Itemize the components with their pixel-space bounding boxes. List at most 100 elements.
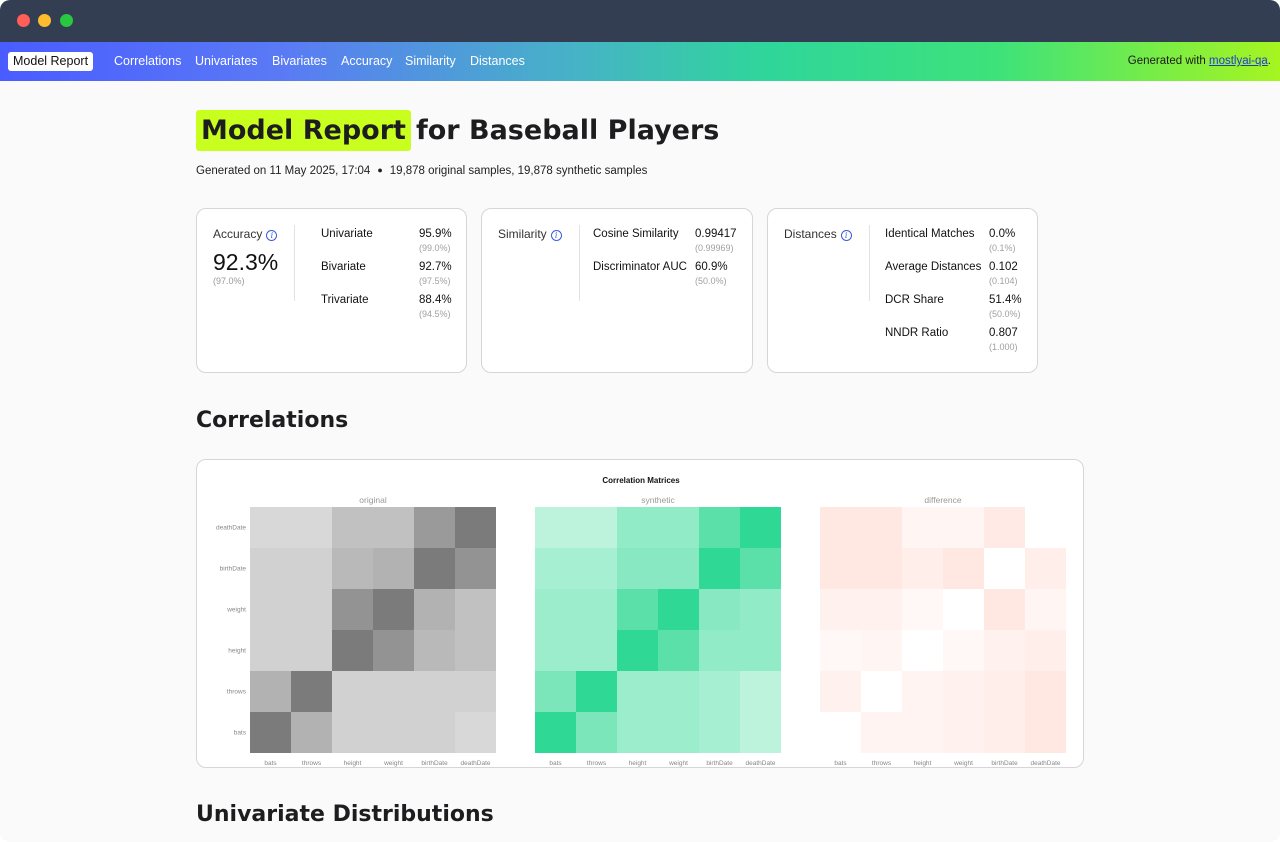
- card-divider: [579, 225, 580, 301]
- x-tick-label-synthetic-deathDate: deathDate: [746, 760, 776, 767]
- x-tick-label-difference-height: height: [914, 760, 932, 767]
- heatmap-cell-synthetic-height-weight: [658, 630, 699, 671]
- y-tick-label-bats: bats: [234, 730, 247, 737]
- heatmap-cell-difference-weight-bats: [820, 589, 861, 630]
- heatmap-cell-original-weight-throws: [291, 589, 332, 630]
- mostlyai-qa-link[interactable]: mostlyai-qa: [1209, 55, 1268, 67]
- heatmap-cell-original-throws-weight: [373, 671, 414, 712]
- nav-link-accuracy[interactable]: Accuracy: [341, 53, 392, 69]
- metric-dcr-share-reference: (50.0%): [989, 309, 1021, 319]
- heatmap-cell-synthetic-deathDate-bats: [535, 507, 576, 548]
- bullet-separator: ●: [377, 165, 383, 175]
- heatmap-cell-synthetic-birthDate-bats: [535, 548, 576, 589]
- heatmap-cell-synthetic-height-birthDate: [699, 630, 740, 671]
- nav-link-distances[interactable]: Distances: [470, 53, 525, 69]
- heatmap-cell-difference-deathDate-height: [902, 507, 943, 548]
- heatmap-cell-difference-height-throws: [861, 630, 902, 671]
- heatmap-cell-difference-deathDate-birthDate: [984, 507, 1025, 548]
- section-title-univariates: Univariate Distributions: [196, 802, 494, 827]
- heatmap-cell-original-birthDate-deathDate: [455, 548, 496, 589]
- info-icon[interactable]: i: [266, 230, 278, 241]
- heatmap-cell-original-deathDate-throws: [291, 507, 332, 548]
- heatmap-cell-difference-throws-deathDate: [1025, 671, 1066, 712]
- heatmap-cell-difference-bats-throws: [861, 712, 902, 753]
- heatmap-cell-synthetic-height-throws: [576, 630, 617, 671]
- heatmap-cell-synthetic-bats-birthDate: [699, 712, 740, 753]
- nav-link-bivariates[interactable]: Bivariates: [272, 53, 327, 69]
- metric-discriminator-auc-name: Discriminator AUC: [593, 261, 687, 273]
- metric-discriminator-auc-reference: (50.0%): [695, 276, 727, 286]
- page-title-rest: for Baseball Players: [416, 115, 720, 146]
- heatmap-cell-original-deathDate-height: [332, 507, 373, 548]
- chart-title: Correlation Matrices: [602, 476, 680, 485]
- x-tick-label-original-weight: weight: [383, 760, 403, 767]
- heatmap-cell-original-birthDate-throws: [291, 548, 332, 589]
- minimize-window-button[interactable]: [38, 14, 51, 27]
- heatmap-cell-synthetic-throws-deathDate: [740, 671, 781, 712]
- nav-link-similarity[interactable]: Similarity: [405, 53, 456, 69]
- metric-dcr-share-name: DCR Share: [885, 294, 944, 306]
- heatmap-cell-original-weight-bats: [250, 589, 291, 630]
- info-icon[interactable]: i: [550, 230, 562, 241]
- generated-with-period: .: [1267, 55, 1271, 67]
- heatmap-cell-synthetic-deathDate-deathDate: [740, 507, 781, 548]
- maximize-window-button[interactable]: [60, 14, 73, 27]
- distances-label-text: Distances: [784, 227, 837, 241]
- close-window-button[interactable]: [17, 14, 30, 27]
- heatmap-cell-difference-bats-deathDate: [1025, 712, 1066, 753]
- metric-univariate-name: Univariate: [321, 228, 373, 240]
- generated-date: Generated on 11 May 2025, 17:04: [196, 165, 371, 177]
- x-tick-label-original-deathDate: deathDate: [461, 760, 491, 767]
- heatmap-cell-original-birthDate-bats: [250, 548, 291, 589]
- generated-with-text: Generated with: [1127, 55, 1209, 67]
- x-tick-label-synthetic-throws: throws: [587, 760, 607, 767]
- heatmap-cell-difference-deathDate-deathDate: [1025, 507, 1066, 548]
- heatmap-cell-difference-weight-throws: [861, 589, 902, 630]
- metric-trivariate-value: 88.4%: [419, 294, 452, 306]
- x-tick-label-difference-birthDate: birthDate: [991, 760, 1018, 767]
- heatmap-cell-difference-weight-birthDate: [984, 589, 1025, 630]
- distances-label: Distances i: [784, 227, 852, 241]
- accuracy-value: 92.3%: [213, 249, 279, 275]
- similarity-label-text: Similarity: [498, 227, 547, 241]
- heatmap-cell-synthetic-throws-bats: [535, 671, 576, 712]
- heatmap-cell-original-bats-birthDate: [414, 712, 455, 753]
- y-tick-label-throws: throws: [227, 689, 247, 696]
- metric-average-distances-name: Average Distances: [885, 261, 982, 273]
- heatmap-cell-synthetic-weight-throws: [576, 589, 617, 630]
- x-tick-label-original-height: height: [344, 760, 362, 767]
- metric-nndr-ratio-name: NNDR Ratio: [885, 327, 949, 339]
- metric-discriminator-auc-value: 60.9%: [695, 261, 728, 273]
- page-title-highlight: Model Report: [196, 110, 411, 151]
- metric-nndr-ratio-reference: (1.000): [989, 342, 1018, 352]
- heatmap-cell-difference-bats-bats: [820, 712, 861, 753]
- card-divider: [869, 225, 870, 301]
- y-tick-label-birthDate: birthDate: [220, 566, 247, 573]
- heatmap-cell-synthetic-deathDate-weight: [658, 507, 699, 548]
- metric-univariate-value: 95.9%: [419, 228, 452, 240]
- metric-univariate-reference: (99.0%): [419, 243, 451, 253]
- correlation-matrices-chart: Correlation Matrices original bats throws he…: [216, 476, 1066, 767]
- metric-bivariate-value: 92.7%: [419, 261, 452, 273]
- info-icon[interactable]: i: [840, 230, 852, 241]
- x-tick-label-synthetic-bats: bats: [549, 760, 562, 767]
- metric-identical-matches-reference: (0.1%): [989, 243, 1016, 253]
- nav-link-univariates[interactable]: Univariates: [195, 53, 258, 69]
- similarity-card: Similarity i Cosine Similarity 0.99417 (0…: [481, 208, 753, 373]
- heatmap-cell-synthetic-throws-height: [617, 671, 658, 712]
- heatmap-cell-synthetic-weight-deathDate: [740, 589, 781, 630]
- sample-counts: 19,878 original samples, 19,878 syntheti…: [389, 165, 648, 177]
- nav-brand-model-report[interactable]: Model Report: [8, 52, 94, 71]
- heatmap-cell-original-birthDate-weight: [373, 548, 414, 589]
- x-tick-label-difference-throws: throws: [872, 760, 892, 767]
- heatmap-cell-difference-deathDate-bats: [820, 507, 861, 548]
- heatmap-cell-difference-throws-bats: [820, 671, 861, 712]
- heatmap-cell-difference-weight-height: [902, 589, 943, 630]
- x-tick-label-original-throws: throws: [302, 760, 322, 767]
- heatmap-cell-synthetic-birthDate-birthDate: [699, 548, 740, 589]
- nav-link-correlations[interactable]: Correlations: [114, 53, 181, 69]
- heatmap-cell-difference-birthDate-weight: [943, 548, 984, 589]
- heatmap-cell-original-weight-height: [332, 589, 373, 630]
- report-content[interactable]: Model Report for Baseball Players Genera…: [0, 81, 1280, 842]
- x-tick-label-synthetic-birthDate: birthDate: [706, 760, 733, 767]
